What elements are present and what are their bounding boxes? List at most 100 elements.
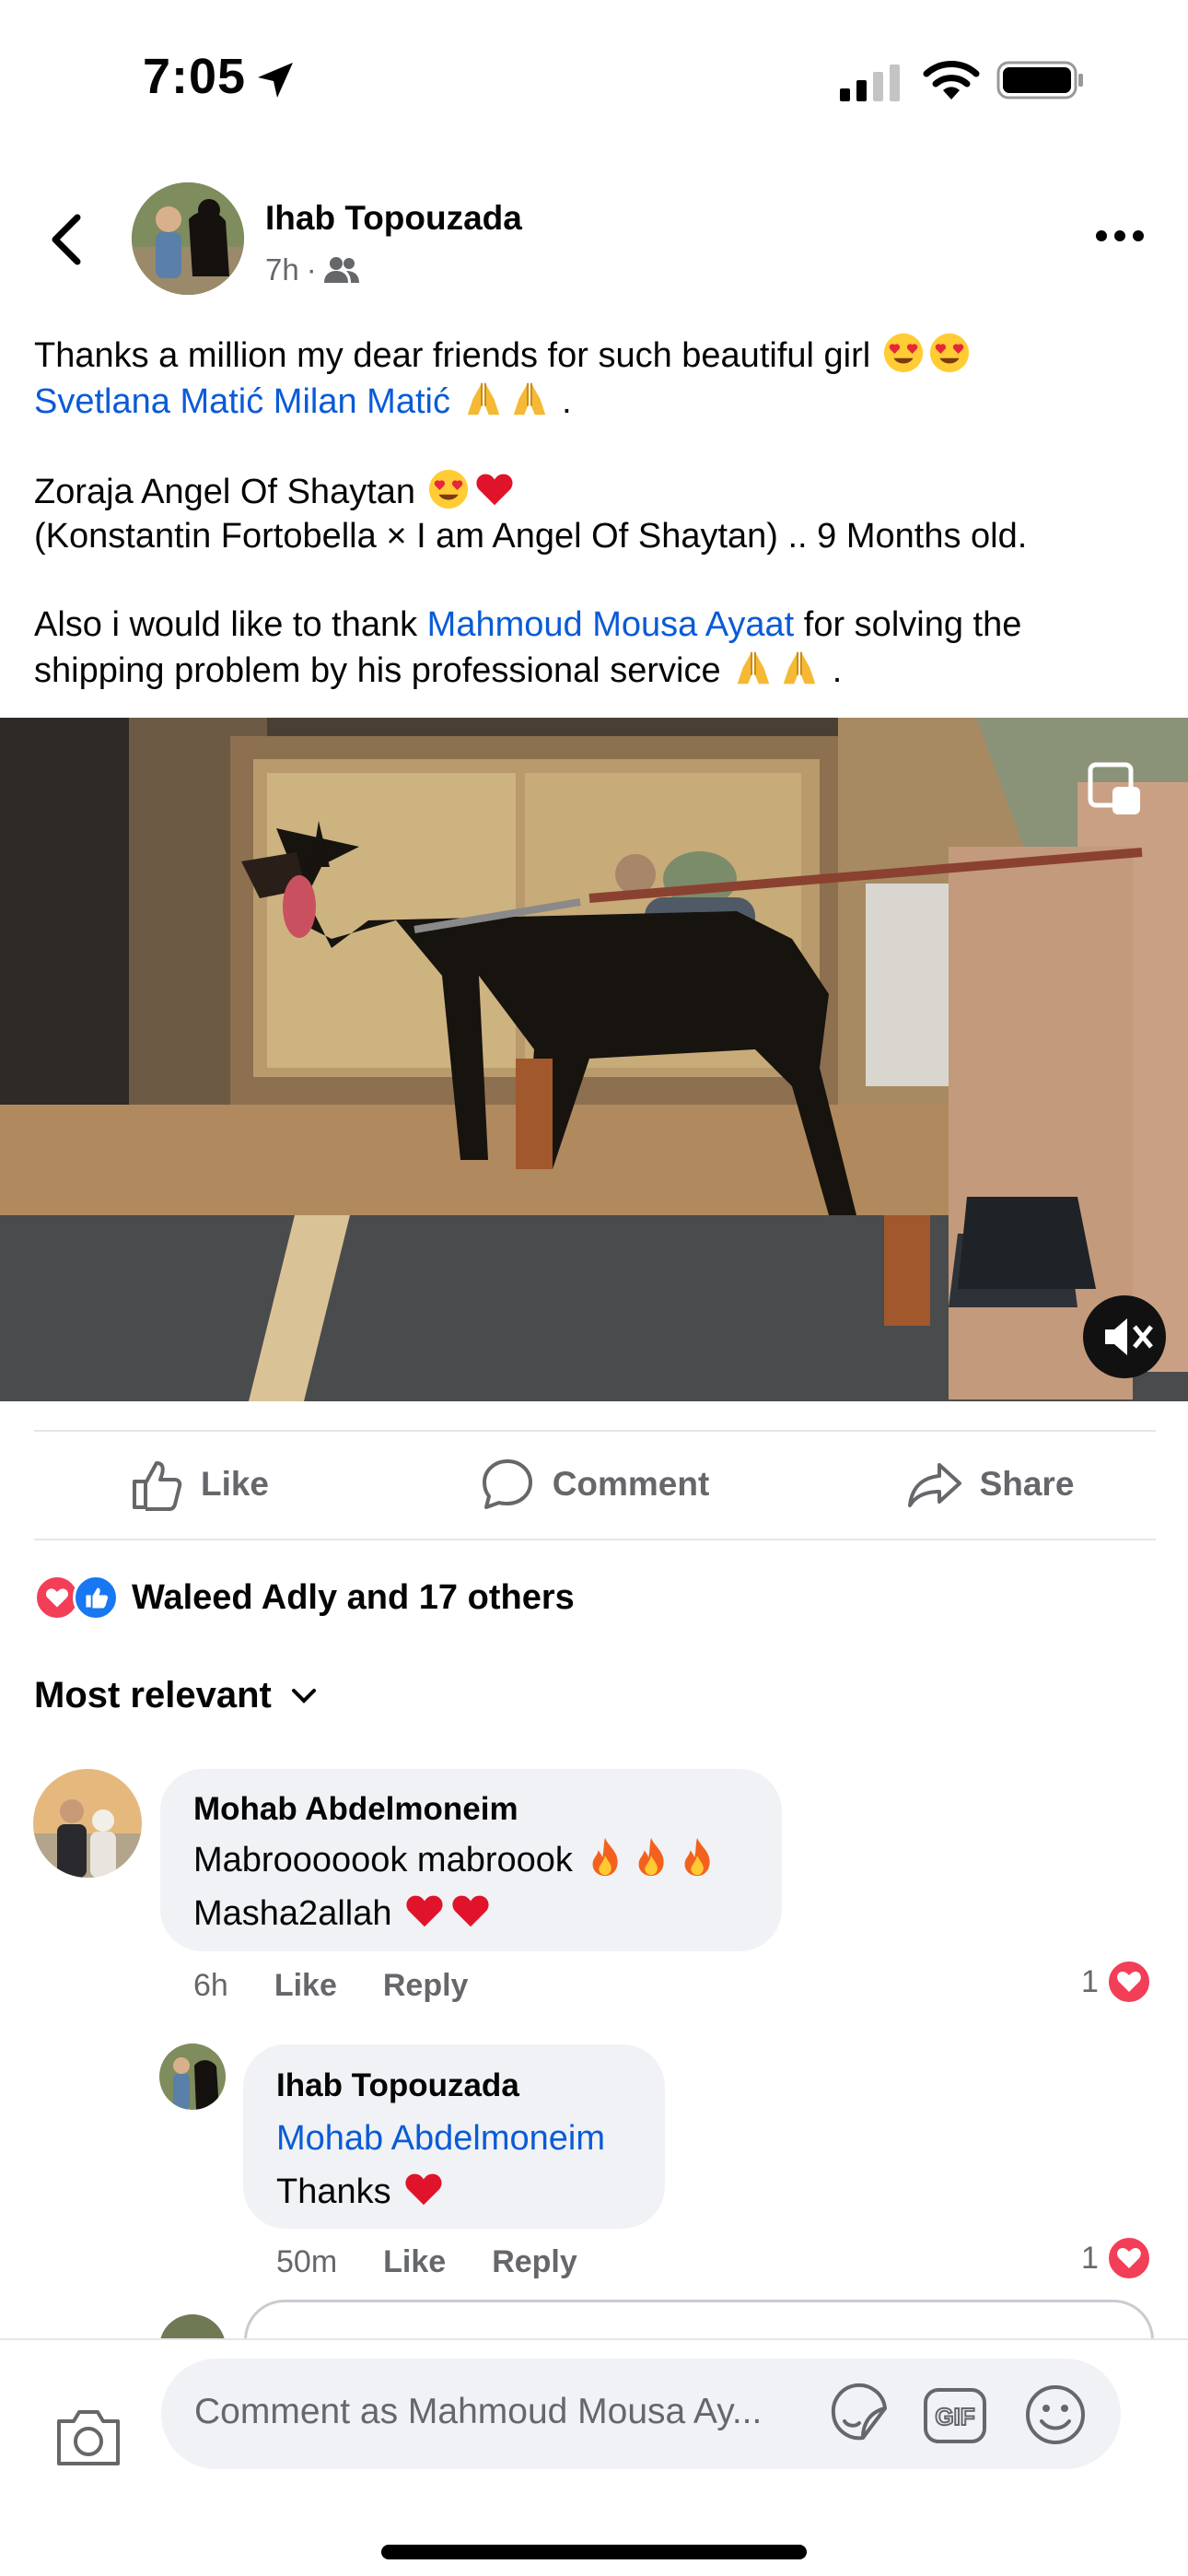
video-frame (0, 718, 1188, 1401)
like-reaction-icon (73, 1575, 119, 1621)
post-line-1: Thanks a million my dear friends for suc… (34, 336, 871, 375)
post-paragraph-2: Zoraja Angel Of Shaytan (Konstantin Fort… (34, 468, 1158, 558)
status-time: 7:05 (143, 49, 247, 104)
mute-icon (1105, 1318, 1153, 1355)
red-heart-emoji (403, 1890, 446, 1932)
fire-emoji (584, 1836, 626, 1879)
post-time[interactable]: 7h (265, 252, 299, 287)
reply-mention[interactable]: Mohab Abdelmoneim (276, 2112, 605, 2165)
pray-emoji (778, 647, 821, 689)
post-paragraph-1: Thanks a million my dear friends for suc… (34, 332, 1158, 424)
reply-reaction-count[interactable]: 1 (1081, 2235, 1152, 2281)
reply-reply-button[interactable]: Reply (492, 2244, 577, 2280)
dog-name: Zoraja Angel Of Shaytan (34, 473, 416, 511)
comment-text-line2: Masha2allah (193, 1887, 494, 1940)
reply-text: Thanks (276, 2172, 391, 2211)
mute-button[interactable] (1083, 1295, 1166, 1378)
comment-text: Mabrooooook mabroook (193, 1841, 573, 1879)
fire-emoji (630, 1836, 672, 1879)
emoji-picker-icon[interactable] (1023, 2383, 1088, 2447)
red-heart-emoji (449, 1890, 492, 1932)
heart-eyes-emoji (427, 468, 470, 510)
location-arrow-icon (258, 63, 293, 98)
reply-author-avatar[interactable] (159, 2043, 226, 2110)
tag-mahmoud[interactable]: Mahmoud Mousa Ayaat (427, 605, 795, 644)
tag-milan[interactable]: Milan Matić (274, 382, 450, 421)
reply-text-line: Thanks (276, 2165, 447, 2219)
comment-like-button[interactable]: Like (274, 1968, 337, 2004)
comment-composer: Comment as Mahmoud Mousa Ay... GIF (0, 2338, 1188, 2576)
reply-author[interactable]: Ihab Topouzada (276, 2067, 519, 2104)
share-icon (907, 1463, 961, 1507)
pray-emoji (508, 378, 551, 420)
comment-button[interactable]: Comment (396, 1430, 792, 1539)
like-label: Like (200, 1465, 270, 1503)
pray-emoji (732, 647, 775, 689)
post-paragraph-3: Also i would like to thank Mahmoud Mousa… (34, 603, 1158, 693)
reaction-count: 1 (1081, 2240, 1099, 2276)
post-header: Ihab Topouzada 7h · (0, 175, 1188, 304)
friends-icon (323, 257, 359, 283)
thanks-end: . (832, 651, 843, 690)
author-avatar[interactable] (132, 182, 244, 295)
reaction-summary-text: Waleed Adly and 17 others (132, 1577, 575, 1617)
fire-emoji (676, 1836, 718, 1879)
author-name[interactable]: Ihab Topouzada (265, 199, 522, 238)
meta-separator: · (306, 252, 317, 287)
red-heart-emoji (473, 468, 516, 510)
status-bar: 7:05 (0, 0, 1188, 157)
signal-icon (840, 64, 900, 101)
thanks-pre: Also i would like to thank (34, 605, 418, 644)
heart-eyes-emoji (928, 332, 971, 374)
comment-time: 6h (193, 1968, 228, 2003)
wifi-icon (923, 61, 980, 100)
comment-reply-button[interactable]: Reply (383, 1968, 469, 2004)
love-reaction-icon (1105, 1959, 1152, 2005)
comment-icon (482, 1459, 532, 1509)
divider-bottom (34, 1539, 1156, 1540)
comment-placeholder: Comment as Mahmoud Mousa Ay... (194, 2392, 763, 2431)
reply-meta: 50m Like Reply (276, 2244, 577, 2280)
svg-text:GIF: GIF (935, 2403, 974, 2430)
camera-icon[interactable] (53, 2405, 123, 2469)
tag-svetlana[interactable]: Svetlana Matić (34, 382, 263, 421)
back-icon[interactable] (46, 212, 88, 267)
line-end: . (562, 382, 572, 421)
comment-text-line1: Mabrooooook mabroook (193, 1833, 720, 1887)
thanks-line-2: shipping problem by his professional ser… (34, 651, 721, 690)
reactions-summary[interactable]: Waleed Adly and 17 others (34, 1570, 575, 1625)
post-text: Thanks a million my dear friends for suc… (34, 332, 1158, 737)
share-button[interactable]: Share (792, 1430, 1188, 1539)
heart-eyes-emoji (882, 332, 925, 374)
battery-icon (996, 61, 1083, 100)
like-icon (132, 1461, 182, 1511)
red-heart-emoji (402, 2168, 445, 2210)
love-reaction-icon (1105, 2235, 1152, 2281)
chevron-down-icon (291, 1688, 316, 1704)
gif-icon[interactable]: GIF (922, 2384, 988, 2447)
like-button[interactable]: Like (0, 1430, 396, 1539)
post-meta: 7h · (265, 252, 359, 287)
post-video[interactable] (0, 718, 1188, 1401)
comment-sort-dropdown[interactable]: Most relevant (34, 1675, 318, 1716)
sticker-icon[interactable] (824, 2381, 894, 2447)
reply-like-button[interactable]: Like (383, 2244, 446, 2280)
comment-input[interactable]: Comment as Mahmoud Mousa Ay... GIF (161, 2359, 1121, 2469)
home-indicator (381, 2545, 807, 2559)
post-actions: Like Comment Share (0, 1430, 1188, 1539)
comment-author[interactable]: Mohab Abdelmoneim (193, 1791, 518, 1828)
reply-time: 50m (276, 2244, 338, 2279)
thanks-post: for solving the (803, 605, 1022, 644)
commenter-avatar[interactable] (33, 1769, 142, 1878)
comment-meta: 6h Like Reply (193, 1968, 468, 2004)
comment-label: Comment (552, 1465, 710, 1503)
pip-icon[interactable] (1087, 761, 1144, 818)
pray-emoji (462, 378, 505, 420)
comment-reaction-count[interactable]: 1 (1081, 1959, 1152, 2005)
reaction-count: 1 (1081, 1963, 1099, 1999)
share-label: Share (979, 1465, 1075, 1503)
dog-pedigree: (Konstantin Fortobella × I am Angel Of S… (34, 517, 1028, 556)
more-icon[interactable] (1094, 227, 1146, 245)
comment-text: Masha2allah (193, 1894, 392, 1933)
sort-label: Most relevant (34, 1675, 272, 1715)
